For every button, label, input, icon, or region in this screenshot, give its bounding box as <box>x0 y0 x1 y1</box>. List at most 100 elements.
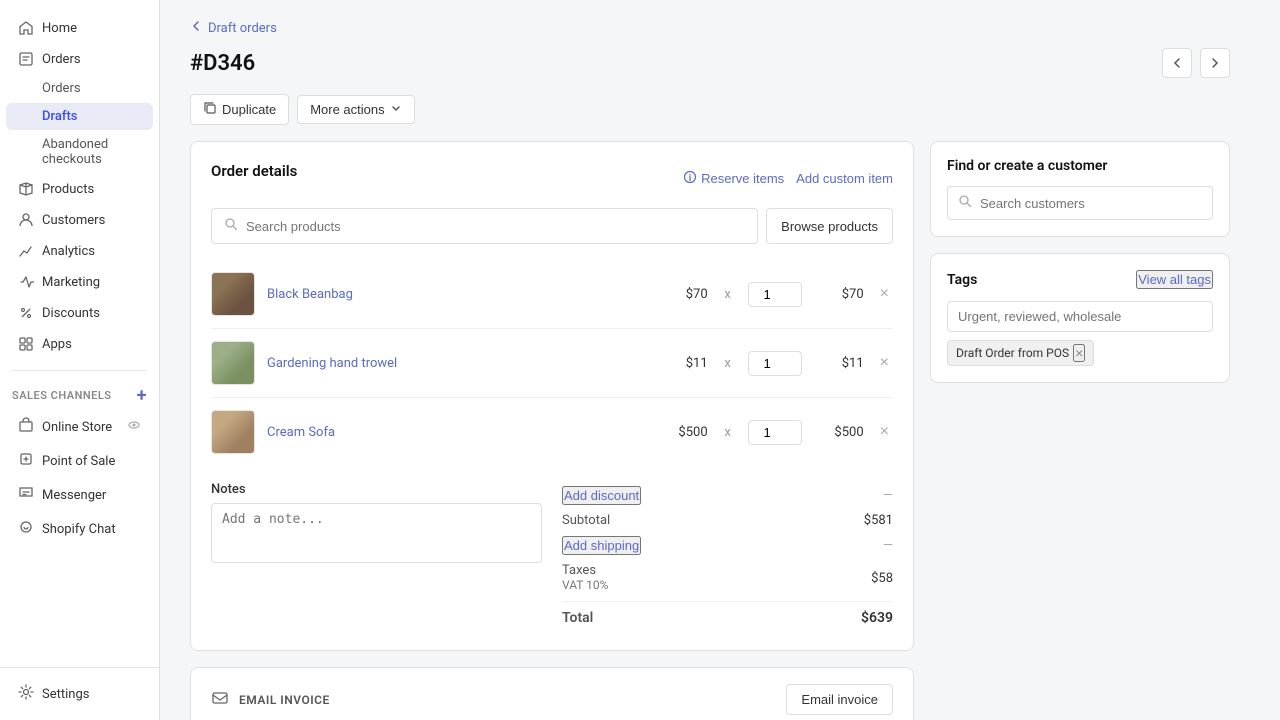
marketing-icon <box>18 274 34 290</box>
home-icon <box>18 20 34 36</box>
messenger-icon <box>18 485 34 505</box>
online-store-icon <box>18 417 34 437</box>
breadcrumb[interactable]: Draft orders <box>190 20 1230 36</box>
add-custom-item-btn[interactable]: Add custom item <box>796 170 893 187</box>
sidebar-item-settings[interactable]: Settings <box>6 677 153 711</box>
sidebar-item-point-of-sale[interactable]: Point of Sale <box>6 445 153 477</box>
main-content: Draft orders #D346 Duplicate <box>160 0 1280 720</box>
sidebar-item-orders[interactable]: Orders <box>6 44 153 74</box>
customers-icon <box>18 212 34 228</box>
sidebar-sub-drafts[interactable]: Drafts <box>6 103 153 130</box>
product-total-trowel: $11 <box>814 356 864 371</box>
add-discount-btn[interactable]: Add discount <box>562 486 641 505</box>
browse-products-btn[interactable]: Browse products <box>766 208 893 244</box>
product-qty-beanbag[interactable] <box>748 282 802 307</box>
customer-search-icon <box>958 194 972 212</box>
page-header: #D346 <box>190 48 1230 78</box>
chevron-down-icon <box>390 102 402 117</box>
chevron-left-icon <box>190 20 202 36</box>
customer-search-input[interactable] <box>980 196 1202 211</box>
product-list: Black Beanbag $70 x $70 × Gardening hand… <box>211 260 893 466</box>
sidebar-item-apps[interactable]: Apps <box>6 329 153 359</box>
sidebar-item-home[interactable]: Home <box>6 13 153 43</box>
notes-totals-row: Notes Add discount — Subtotal $581 <box>211 482 893 630</box>
content-grid: Order details Reserve items Add custom i… <box>190 141 1230 720</box>
sidebar-divider-1 <box>12 370 147 371</box>
info-icon <box>683 170 697 187</box>
search-row: Browse products <box>211 208 893 244</box>
product-name-beanbag[interactable]: Black Beanbag <box>267 287 646 302</box>
remove-tag-btn[interactable]: × <box>1073 344 1085 362</box>
analytics-icon <box>18 243 34 259</box>
view-all-tags-btn[interactable]: View all tags <box>1136 270 1213 289</box>
products-icon <box>18 181 34 197</box>
product-row-beanbag: Black Beanbag $70 x $70 × <box>211 260 893 329</box>
sidebar-sub-abandoned[interactable]: Abandoned checkouts <box>6 131 153 173</box>
product-thumb-trowel <box>211 341 255 385</box>
duplicate-btn[interactable]: Duplicate <box>190 94 289 125</box>
remove-beanbag-btn[interactable]: × <box>876 285 893 303</box>
product-thumb-beanbag <box>211 272 255 316</box>
sidebar: Home Orders Orders Drafts Abandoned chec… <box>0 0 160 720</box>
sidebar-item-marketing[interactable]: Marketing <box>6 267 153 297</box>
search-icon <box>224 217 238 235</box>
nav-prev-btn[interactable] <box>1162 48 1192 78</box>
sidebar-item-products[interactable]: Products <box>6 174 153 204</box>
add-sales-channel-btn[interactable]: + <box>137 385 147 406</box>
product-price-beanbag: $70 <box>658 287 708 302</box>
shopify-chat-icon <box>18 519 34 539</box>
product-qty-sofa[interactable] <box>748 420 802 445</box>
sidebar-item-discounts[interactable]: Discounts <box>6 298 153 328</box>
notes-section: Notes <box>211 482 542 630</box>
apps-icon <box>18 336 34 352</box>
eye-icon <box>127 418 141 436</box>
product-name-trowel[interactable]: Gardening hand trowel <box>267 356 646 371</box>
order-details-title: Order details <box>211 162 297 180</box>
notes-input[interactable] <box>211 503 542 563</box>
nav-arrows <box>1162 48 1230 78</box>
product-thumb-sofa <box>211 410 255 454</box>
email-invoice-card: EMAIL INVOICE Email invoice <box>190 667 914 720</box>
product-name-sofa[interactable]: Cream Sofa <box>267 425 646 440</box>
product-total-beanbag: $70 <box>814 287 864 302</box>
pos-icon <box>18 451 34 471</box>
sidebar-sub-orders[interactable]: Orders <box>6 75 153 102</box>
shipping-line: Add shipping — <box>562 532 893 559</box>
sidebar-item-customers[interactable]: Customers <box>6 205 153 235</box>
duplicate-icon <box>203 101 217 118</box>
product-row-trowel: Gardening hand trowel $11 x $11 × <box>211 329 893 398</box>
product-price-trowel: $11 <box>658 356 708 371</box>
email-icon <box>211 689 229 711</box>
tags-header: Tags View all tags <box>947 270 1213 289</box>
tags-list: Draft Order from POS × <box>947 340 1213 366</box>
sidebar-item-messenger[interactable]: Messenger <box>6 479 153 511</box>
nav-next-btn[interactable] <box>1200 48 1230 78</box>
order-details-header: Order details Reserve items Add custom i… <box>211 162 893 194</box>
sidebar-item-online-store[interactable]: Online Store <box>6 411 153 443</box>
sales-channels-header: SALES CHANNELS + <box>0 377 159 410</box>
total-line: Total $639 <box>562 601 893 630</box>
email-invoice-btn[interactable]: Email invoice <box>786 684 893 715</box>
product-search-input[interactable] <box>246 219 745 234</box>
taxes-line: Taxes VAT 10% $58 <box>562 559 893 597</box>
product-price-sofa: $500 <box>658 425 708 440</box>
sidebar-bottom: Settings <box>0 667 159 720</box>
product-total-sofa: $500 <box>814 425 864 440</box>
product-row-sofa: Cream Sofa $500 x $500 × <box>211 398 893 466</box>
tags-input[interactable] <box>947 301 1213 332</box>
toolbar: Duplicate More actions <box>190 94 1230 125</box>
add-shipping-btn[interactable]: Add shipping <box>562 536 641 555</box>
remove-sofa-btn[interactable]: × <box>876 423 893 441</box>
remove-trowel-btn[interactable]: × <box>876 354 893 372</box>
product-qty-trowel[interactable] <box>748 351 802 376</box>
reserve-items-btn[interactable]: Reserve items <box>683 170 784 187</box>
more-actions-btn[interactable]: More actions <box>297 95 414 124</box>
page-title: #D346 <box>190 51 255 76</box>
find-customer-card: Find or create a customer <box>930 141 1230 237</box>
sidebar-item-shopify-chat[interactable]: Shopify Chat <box>6 513 153 545</box>
order-details-actions: Reserve items Add custom item <box>683 170 893 187</box>
customer-search-container <box>947 186 1213 220</box>
totals-section: Add discount — Subtotal $581 Add shippin… <box>562 482 893 630</box>
discounts-icon <box>18 305 34 321</box>
sidebar-item-analytics[interactable]: Analytics <box>6 236 153 266</box>
